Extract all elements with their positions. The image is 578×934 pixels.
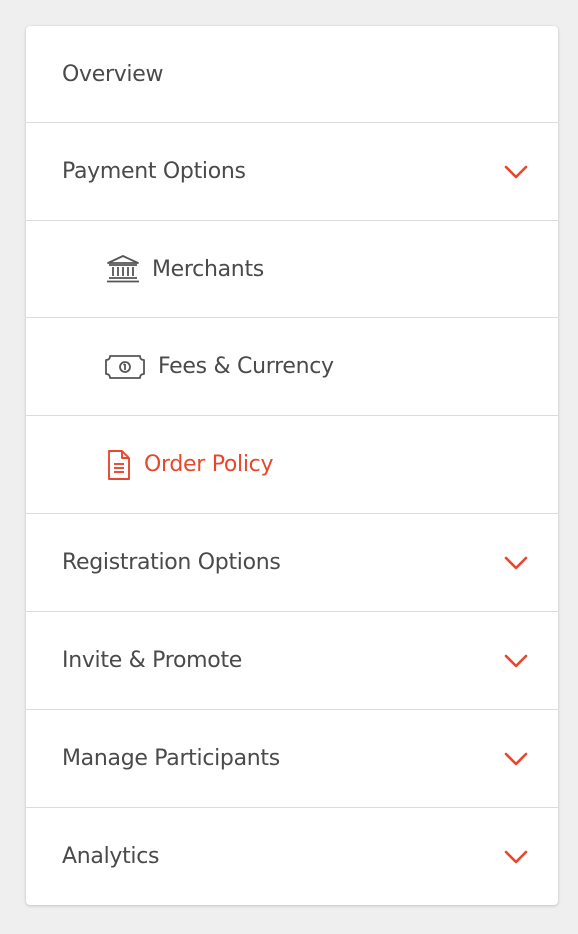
- banknote-icon: [104, 354, 146, 380]
- submenu-item-label: Merchants: [152, 256, 264, 282]
- chevron-down-icon: [502, 847, 530, 867]
- chevron-down-icon: [502, 553, 530, 573]
- menu-item-invite-promote[interactable]: Invite & Promote: [26, 612, 558, 710]
- bank-icon: [106, 254, 140, 284]
- chevron-down-icon: [502, 651, 530, 671]
- chevron-down-icon: [502, 162, 530, 182]
- menu-item-label: Analytics: [62, 844, 160, 869]
- menu-item-label: Payment Options: [62, 159, 246, 184]
- submenu-item-label: Fees & Currency: [158, 354, 334, 379]
- submenu-item-order-policy[interactable]: Order Policy: [26, 416, 558, 514]
- menu-item-overview[interactable]: Overview: [26, 26, 558, 123]
- side-navigation-menu: Overview Payment Options Merchants Fees …: [26, 26, 558, 905]
- menu-item-label: Manage Participants: [62, 746, 280, 771]
- menu-item-payment-options[interactable]: Payment Options: [26, 123, 558, 221]
- submenu-item-merchants[interactable]: Merchants: [26, 221, 558, 318]
- menu-item-label: Registration Options: [62, 550, 281, 575]
- menu-item-label: Overview: [62, 61, 164, 87]
- chevron-down-icon: [502, 749, 530, 769]
- menu-item-registration-options[interactable]: Registration Options: [26, 514, 558, 612]
- document-icon: [106, 449, 132, 481]
- menu-item-analytics[interactable]: Analytics: [26, 808, 558, 905]
- submenu-item-fees-currency[interactable]: Fees & Currency: [26, 318, 558, 416]
- menu-item-manage-participants[interactable]: Manage Participants: [26, 710, 558, 808]
- menu-item-label: Invite & Promote: [62, 648, 243, 673]
- submenu-item-label: Order Policy: [144, 452, 274, 477]
